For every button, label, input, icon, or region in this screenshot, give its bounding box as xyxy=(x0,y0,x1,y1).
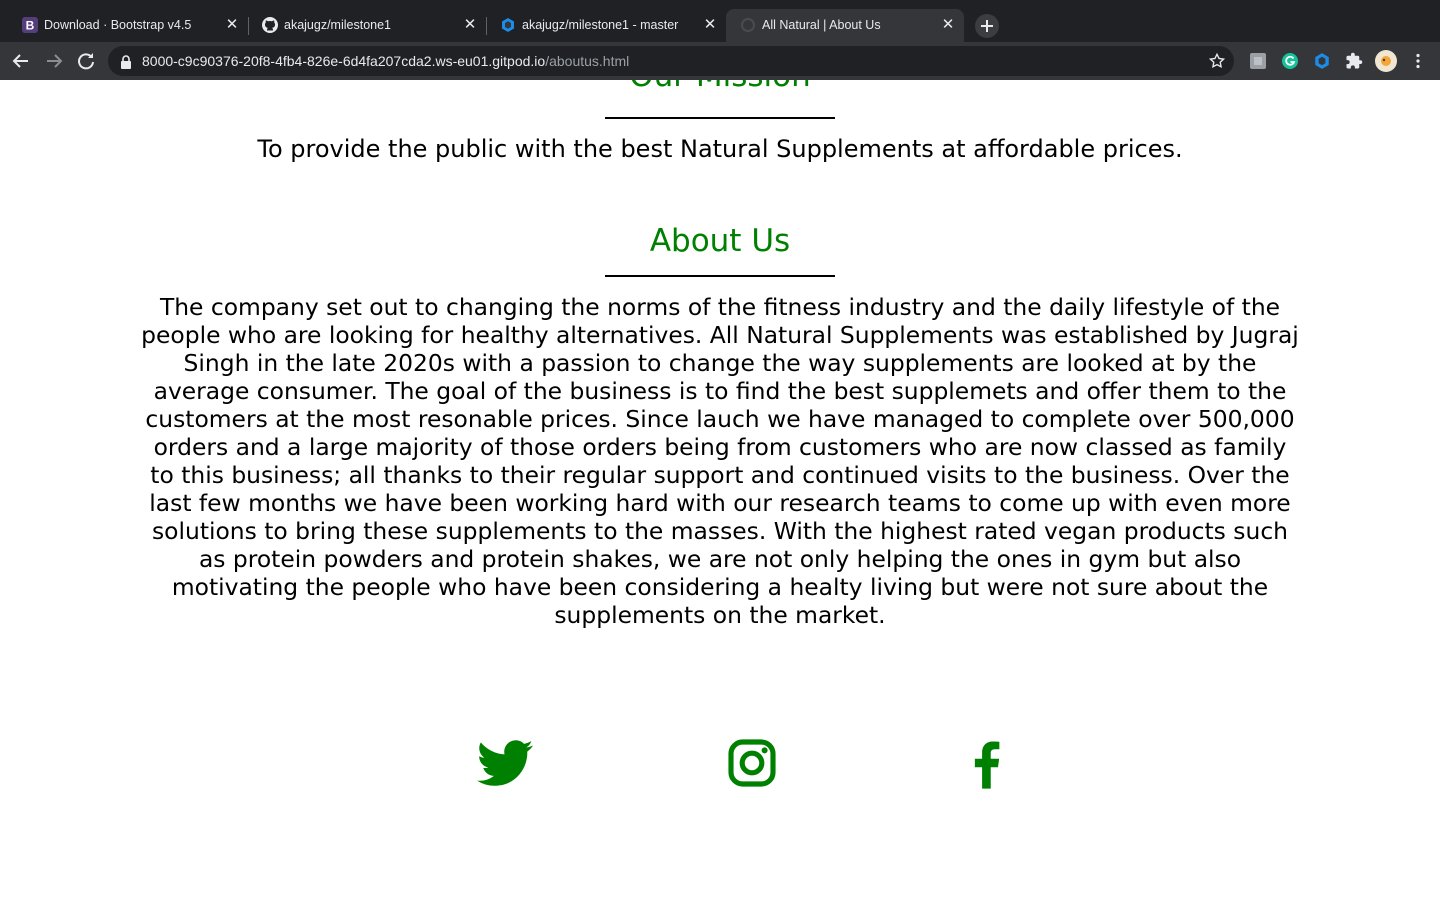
heading-divider xyxy=(605,275,835,277)
tab-bootstrap[interactable]: B Download · Bootstrap v4.5 ✕ xyxy=(8,9,248,42)
svg-text:B: B xyxy=(26,19,35,33)
new-tab-button[interactable] xyxy=(975,14,999,38)
close-icon[interactable]: ✕ xyxy=(702,17,718,33)
browser-toolbar: 8000-c9c90376-20f8-4fb4-826e-6d4fa207cda… xyxy=(0,42,1440,80)
forward-icon[interactable] xyxy=(42,49,66,73)
tab-title: Download · Bootstrap v4.5 xyxy=(44,18,192,32)
close-icon[interactable]: ✕ xyxy=(462,17,478,33)
tab-github[interactable]: akajugz/milestone1 ✕ xyxy=(248,9,486,42)
close-icon[interactable]: ✕ xyxy=(940,17,956,33)
tab-about-us[interactable]: All Natural | About Us ✕ xyxy=(726,9,964,42)
address-bar[interactable]: 8000-c9c90376-20f8-4fb4-826e-6d4fa207cda… xyxy=(108,46,1234,76)
heading-divider xyxy=(605,117,835,119)
about-heading: About Us xyxy=(649,223,791,259)
url-text: 8000-c9c90376-20f8-4fb4-826e-6d4fa207cda… xyxy=(142,53,629,69)
close-icon[interactable]: ✕ xyxy=(224,17,240,33)
instagram-icon[interactable] xyxy=(724,735,780,791)
twitter-icon[interactable] xyxy=(477,735,533,791)
gitpod-extension-icon[interactable] xyxy=(1313,52,1331,70)
kebab-menu-icon[interactable] xyxy=(1409,52,1427,70)
lock-icon xyxy=(120,54,132,73)
page-viewport: Our Mission To provide the public with t… xyxy=(0,80,1440,900)
reload-icon[interactable] xyxy=(74,49,98,73)
url-host: 8000-c9c90376-20f8-4fb4-826e-6d4fa207cda… xyxy=(142,53,546,69)
url-path: /aboutus.html xyxy=(545,53,630,69)
gitpod-icon xyxy=(500,17,516,33)
tab-gitpod[interactable]: akajugz/milestone1 - master ✕ xyxy=(486,9,726,42)
bookmark-star-icon[interactable] xyxy=(1208,52,1226,74)
browser-tab-strip: B Download · Bootstrap v4.5 ✕ akajugz/mi… xyxy=(0,0,1440,42)
back-icon[interactable] xyxy=(9,49,33,73)
loading-icon xyxy=(740,17,756,33)
mission-heading: Our Mission xyxy=(0,80,1440,96)
plus-icon xyxy=(981,20,993,32)
about-text: The company set out to changing the norm… xyxy=(141,293,1299,629)
puzzle-extensions-icon[interactable] xyxy=(1345,52,1363,70)
extension-icon-reader[interactable] xyxy=(1249,52,1267,70)
mission-text: To provide the public with the best Natu… xyxy=(257,135,1183,163)
tab-title: akajugz/milestone1 xyxy=(284,18,392,32)
tab-title: akajugz/milestone1 - master xyxy=(522,18,679,32)
profile-avatar[interactable] xyxy=(1375,50,1397,72)
grammarly-icon[interactable] xyxy=(1281,52,1299,70)
bootstrap-icon: B xyxy=(22,17,38,33)
facebook-icon[interactable] xyxy=(959,735,1015,791)
tab-title: All Natural | About Us xyxy=(762,18,881,32)
github-icon xyxy=(262,17,278,33)
